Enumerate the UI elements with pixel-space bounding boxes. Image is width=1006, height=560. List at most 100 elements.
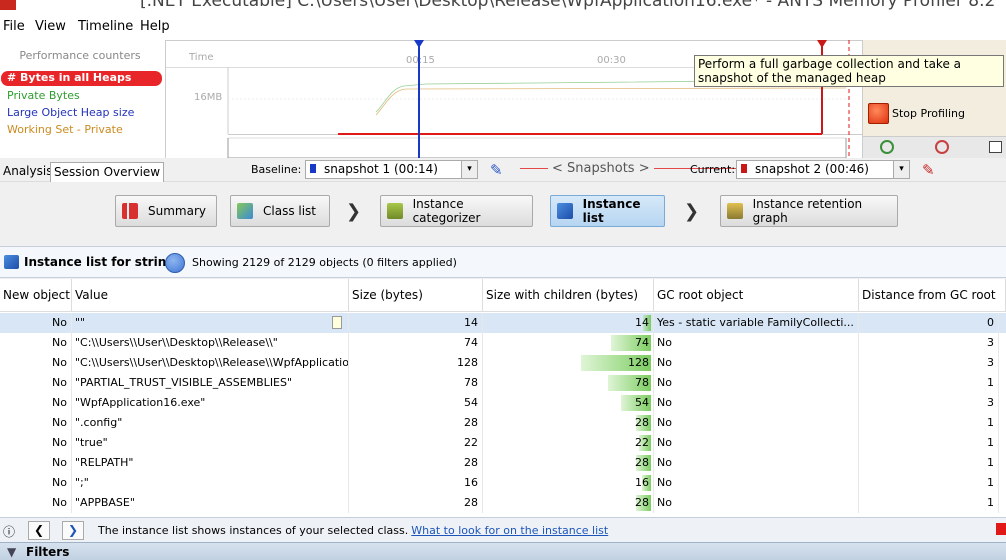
cell-size: 128 bbox=[349, 353, 483, 373]
column-header-distance[interactable]: Distance from GC root bbox=[859, 279, 1006, 312]
cell-size-with-children: 16 bbox=[483, 473, 654, 493]
cell-new-object: No bbox=[0, 333, 72, 353]
cell-value: "" bbox=[72, 313, 349, 333]
close-icon[interactable] bbox=[996, 523, 1006, 535]
retention-graph-label: Instance retention graph bbox=[752, 197, 863, 225]
counter-private-bytes[interactable]: Private Bytes bbox=[7, 89, 80, 102]
cell-size-with-children: 78 bbox=[483, 373, 654, 393]
snapshot-tooltip: Perform a full garbage collection and ta… bbox=[694, 55, 1004, 87]
baseline-value: snapshot 1 (00:14) bbox=[324, 162, 438, 176]
cell-size: 16 bbox=[349, 473, 483, 493]
forward-button[interactable]: ❯ bbox=[62, 521, 84, 540]
timeline-tick-00-15: 00:15 bbox=[406, 55, 435, 66]
cell-size-with-children: 28 bbox=[483, 453, 654, 473]
cell-new-object: No bbox=[0, 433, 72, 453]
cell-value: "C:\\Users\\User\\Desktop\\Release\\WpfA… bbox=[72, 353, 349, 373]
table-row[interactable]: No "true" 22 22 No 1 bbox=[0, 433, 1006, 453]
stop-profiling-button[interactable]: Stop Profiling bbox=[868, 100, 978, 126]
current-value: snapshot 2 (00:46) bbox=[755, 162, 869, 176]
cell-size: 74 bbox=[349, 333, 483, 353]
cell-distance: 1 bbox=[859, 453, 999, 473]
menu-help[interactable]: Help bbox=[140, 19, 170, 34]
tab-analysis[interactable]: Analysis bbox=[0, 162, 55, 182]
instance-list-header-icon bbox=[4, 255, 19, 269]
cell-gc-root: No bbox=[654, 453, 859, 473]
window-title: [.NET Executable] C:\Users\User\Desktop\… bbox=[140, 0, 996, 11]
menu-timeline[interactable]: Timeline bbox=[78, 19, 133, 34]
instance-table: New object Value Size (bytes) Size with … bbox=[0, 279, 1006, 517]
instance-list-help-link[interactable]: What to look for on the instance list bbox=[411, 524, 608, 537]
cell-value: ";" bbox=[72, 473, 349, 493]
performance-counters-header: Performance counters bbox=[19, 49, 141, 62]
cell-value: "C:\\Users\\User\\Desktop\\Release\\" bbox=[72, 333, 349, 353]
cell-gc-root: Yes - static variable FamilyCollecti... bbox=[654, 313, 859, 333]
cell-value: "WpfApplication16.exe" bbox=[72, 393, 349, 413]
table-row[interactable]: No "PARTIAL_TRUST_VISIBLE_ASSEMBLIES" 78 78… bbox=[0, 373, 1006, 393]
filter-status-icon bbox=[165, 253, 185, 273]
pin-icon[interactable] bbox=[332, 316, 342, 329]
funnel-icon: ▼ bbox=[7, 545, 17, 559]
baseline-label: Baseline: bbox=[251, 163, 302, 176]
table-row[interactable]: No "" 14 14 Yes - static variable FamilyColl… bbox=[0, 313, 1006, 333]
edit-current-icon[interactable]: ✎ bbox=[922, 161, 935, 179]
edit-baseline-icon[interactable]: ✎ bbox=[490, 161, 503, 179]
cell-gc-root: No bbox=[654, 493, 859, 513]
table-row[interactable]: No "WpfApplication16.exe" 54 54 No 3 bbox=[0, 393, 1006, 413]
app-icon bbox=[0, 0, 16, 10]
summary-button[interactable]: Summary bbox=[115, 195, 217, 227]
snapshots-navigator[interactable]: < Snapshots > bbox=[548, 161, 654, 176]
back-button[interactable]: ❮ bbox=[28, 521, 50, 540]
table-row[interactable]: No "C:\\Users\\User\\Desktop\\Release\\" 7… bbox=[0, 333, 1006, 353]
filters-panel[interactable]: ▼ Filters bbox=[0, 542, 1006, 560]
instance-retention-graph-button[interactable]: Instance retention graph bbox=[720, 195, 898, 227]
current-marker-icon bbox=[741, 164, 747, 173]
cell-distance: 1 bbox=[859, 413, 999, 433]
counter-large-object-heap[interactable]: Large Object Heap size bbox=[7, 106, 134, 119]
cell-size: 28 bbox=[349, 413, 483, 433]
column-header-new-object[interactable]: New object bbox=[0, 279, 72, 312]
table-row[interactable]: No ".config" 28 28 No 1 bbox=[0, 413, 1006, 433]
zoom-out-icon[interactable] bbox=[935, 140, 949, 154]
counter-working-set[interactable]: Working Set - Private bbox=[7, 123, 123, 136]
cell-size-with-children: 54 bbox=[483, 393, 654, 413]
table-row[interactable]: No "APPBASE" 28 28 No 1 bbox=[0, 493, 1006, 513]
class-list-button[interactable]: Class list bbox=[230, 195, 330, 227]
cell-distance: 1 bbox=[859, 473, 999, 493]
column-header-gc-root-object[interactable]: GC root object bbox=[654, 279, 859, 312]
counter-bytes-all-heaps[interactable]: # Bytes in all Heaps bbox=[1, 71, 162, 86]
column-header-value[interactable]: Value bbox=[72, 279, 349, 312]
tab-session-overview[interactable]: Session Overview bbox=[50, 162, 165, 182]
menu-view[interactable]: View bbox=[35, 19, 66, 34]
current-select[interactable]: snapshot 2 (00:46) ▾ bbox=[736, 160, 910, 179]
instance-list-label: Instance list bbox=[582, 197, 641, 225]
cell-value: "RELPATH" bbox=[72, 453, 349, 473]
menu-file[interactable]: File bbox=[3, 19, 25, 34]
cell-size-with-children: 28 bbox=[483, 413, 654, 433]
cell-distance: 3 bbox=[859, 333, 999, 353]
instance-count-status: Showing 2129 of 2129 objects (0 filters … bbox=[192, 256, 457, 269]
cell-gc-root: No bbox=[654, 433, 859, 453]
table-row[interactable]: No ";" 16 16 No 1 bbox=[0, 473, 1006, 493]
cell-gc-root: No bbox=[654, 393, 859, 413]
stop-profiling-label: Stop Profiling bbox=[892, 106, 965, 120]
baseline-select[interactable]: snapshot 1 (00:14) ▾ bbox=[305, 160, 478, 179]
instance-list-button[interactable]: Instance list bbox=[550, 195, 665, 227]
summary-label: Summary bbox=[148, 204, 206, 218]
zoom-in-icon[interactable] bbox=[880, 140, 894, 154]
cell-gc-root: No bbox=[654, 333, 859, 353]
instance-categorizer-button[interactable]: Instance categorizer bbox=[380, 195, 533, 227]
stop-icon bbox=[868, 102, 889, 124]
column-header-size-with-children[interactable]: Size with children (bytes) bbox=[483, 279, 654, 312]
class-list-label: Class list bbox=[263, 204, 317, 218]
cell-distance: 3 bbox=[859, 393, 999, 413]
cell-distance: 1 bbox=[859, 493, 999, 513]
fit-timeline-icon[interactable] bbox=[989, 141, 1002, 153]
title-bar: [.NET Executable] C:\Users\User\Desktop\… bbox=[0, 0, 1006, 14]
performance-counters-panel: Performance counters # Bytes in all Heap… bbox=[0, 40, 166, 158]
instance-list-title: Instance list for string bbox=[24, 255, 175, 269]
column-header-size[interactable]: Size (bytes) bbox=[349, 279, 483, 312]
bar-chart-icon bbox=[122, 203, 138, 219]
status-bar: ⓘ ❮ ❯ The instance list shows instances … bbox=[0, 517, 1006, 542]
table-row[interactable]: No "RELPATH" 28 28 No 1 bbox=[0, 453, 1006, 473]
table-row[interactable]: No "C:\\Users\\User\\Desktop\\Release\\Wp… bbox=[0, 353, 1006, 373]
